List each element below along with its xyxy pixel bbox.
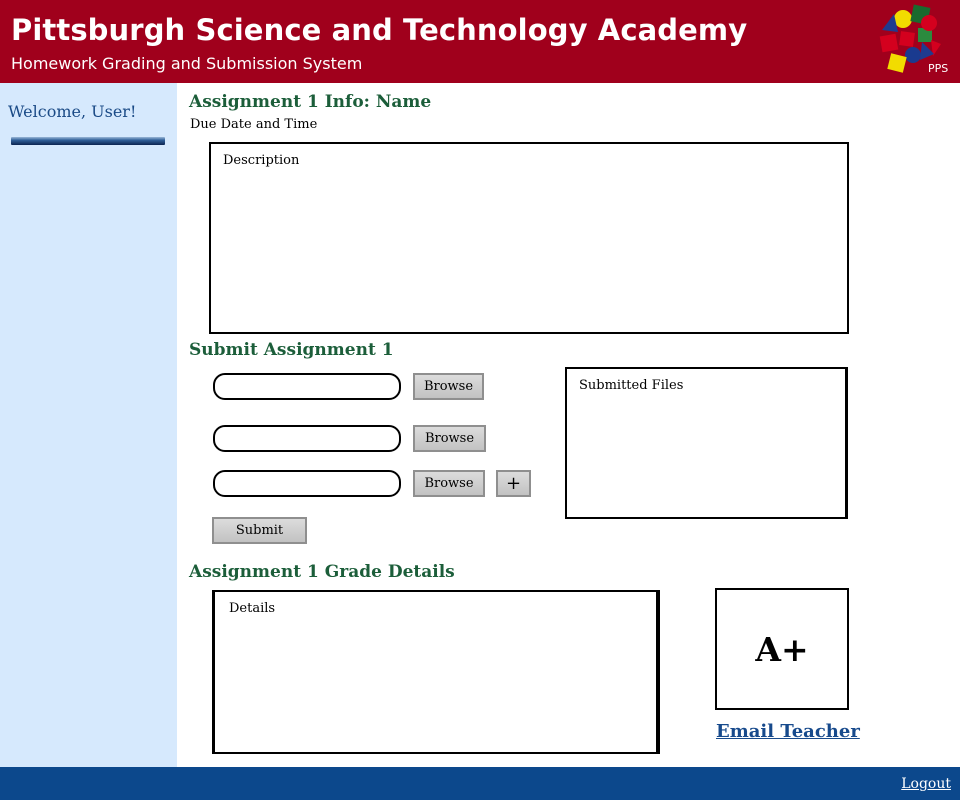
logout-link[interactable]: Logout — [901, 776, 951, 792]
grade-details-title: Assignment 1 Grade Details — [189, 562, 455, 582]
browse-button-2[interactable]: Browse — [413, 425, 486, 452]
app-subtitle: Homework Grading and Submission System — [11, 54, 363, 73]
submit-assignment-title: Submit Assignment 1 — [189, 340, 394, 360]
logo-text: PPS — [928, 62, 949, 75]
add-file-button[interactable]: + — [496, 470, 531, 497]
sidebar-divider — [11, 137, 165, 145]
submitted-files-label: Submitted Files — [579, 378, 684, 393]
due-date-text: Due Date and Time — [190, 117, 318, 132]
email-teacher-link[interactable]: Email Teacher — [716, 721, 860, 742]
app-header: Pittsburgh Science and Technology Academ… — [0, 0, 960, 83]
description-label: Description — [223, 153, 300, 168]
submitted-files-box: Submitted Files — [565, 367, 848, 519]
sidebar — [0, 83, 177, 767]
grade-display: A+ — [715, 588, 849, 710]
welcome-text: Welcome, User! — [8, 102, 137, 121]
file-path-input-2[interactable] — [213, 425, 401, 452]
browse-button-1[interactable]: Browse — [413, 373, 484, 400]
file-path-input-3[interactable] — [213, 470, 401, 497]
description-box: Description — [209, 142, 849, 334]
browse-button-3[interactable]: Browse — [413, 470, 485, 497]
app-footer: Logout — [0, 767, 960, 800]
assignment-info-title: Assignment 1 Info: Name — [189, 92, 432, 112]
details-label: Details — [229, 601, 276, 616]
submit-button[interactable]: Submit — [212, 517, 307, 544]
app-title: Pittsburgh Science and Technology Academ… — [11, 13, 748, 47]
grade-details-box: Details — [212, 590, 660, 754]
file-path-input-1[interactable] — [213, 373, 401, 400]
